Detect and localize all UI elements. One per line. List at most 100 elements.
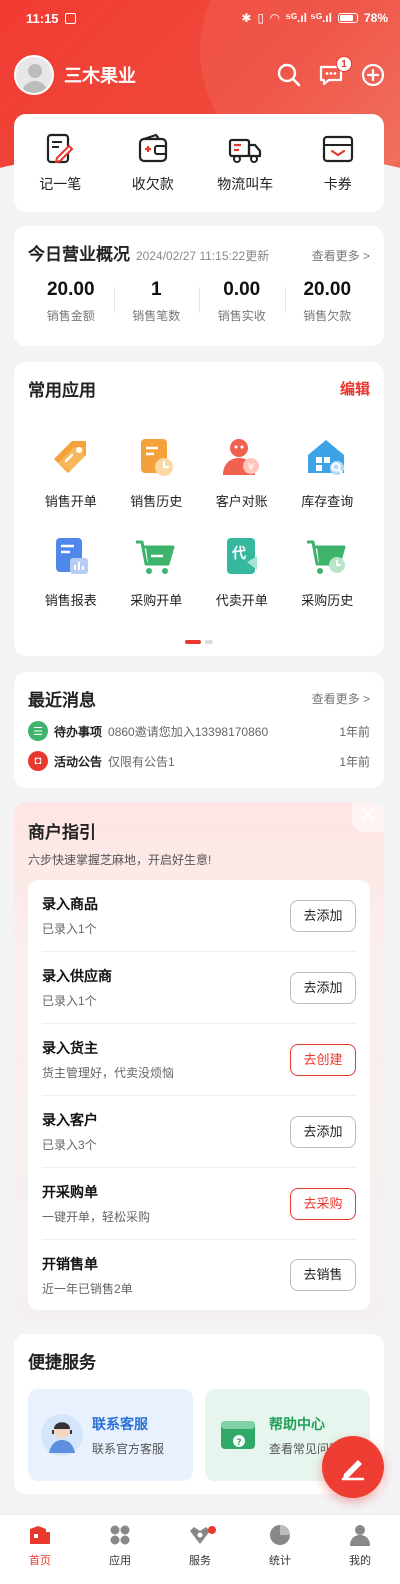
business-overview-card: 今日营业概况 2024/02/27 11:15:22更新 查看更多 > 20.0… [14,226,384,346]
app-customer-reconcile[interactable]: ¥ 客户对账 [199,435,285,510]
service-desc: 联系官方客服 [92,1441,165,1456]
customer-reconcile-icon: ¥ [222,439,259,475]
battery-level: 78% [363,11,388,25]
guide-step: 录入商品已录入1个 去添加 [42,880,356,952]
app-purchase-history[interactable]: 采购历史 [285,534,371,609]
app-label: 采购历史 [301,593,354,608]
message-category: 待办事项 [54,724,103,739]
quick-action-coupon[interactable]: 卡券 [298,132,378,194]
message-item-announcement[interactable]: ◘ 活动公告 仅限有公告1 1年前 [28,751,370,771]
note-pen-icon [47,133,74,164]
step-desc: 已录入3个 [42,1138,97,1152]
add-supplier-button[interactable]: 去添加 [290,971,356,1004]
quick-action-collect[interactable]: 收欠款 [113,132,193,194]
purchase-history-icon [307,540,346,574]
wifi-icon: ◠ [270,11,280,25]
step-desc: 已录入1个 [42,922,97,936]
quick-action-logistics[interactable]: 物流叫车 [205,132,285,194]
quick-action-label: 物流叫车 [217,176,274,192]
tab-label: 服务 [189,1555,211,1567]
step-name: 开销售单 [42,1255,98,1272]
step-desc: 一键开单，轻松采购 [42,1210,151,1224]
contact-support-card[interactable]: 联系客服 联系官方客服 [28,1389,193,1481]
recent-messages-card: 最近消息 查看更多 > ☰ 待办事项 0860邀请您加入13398170860 … [14,672,384,788]
service-name: 帮助中心 [269,1415,325,1432]
go-sell-button[interactable]: 去销售 [290,1259,356,1291]
search-icon[interactable] [276,62,302,88]
add-customer-button[interactable]: 去添加 [290,1115,356,1148]
tab-label: 首页 [29,1555,51,1567]
step-name: 录入商品 [42,896,98,912]
tab-label: 统计 [269,1555,291,1567]
step-desc: 近一年已销售2单 [42,1281,133,1296]
pen-icon [341,1460,365,1481]
stat-label: 销售金额 [46,309,95,323]
apps-edit-button[interactable]: 编辑 [340,378,370,399]
app-sales-report[interactable]: 销售报表 [28,534,114,609]
step-name: 录入货主 [42,1040,98,1056]
tab-apps[interactable]: 应用 [80,1515,160,1584]
quick-action-note[interactable]: 记一笔 [20,132,100,194]
add-icon[interactable] [360,62,386,88]
stat-value: 20.00 [46,279,95,300]
app-purchase-order[interactable]: 采购开单 [114,534,200,609]
message-item-todo[interactable]: ☰ 待办事项 0860邀请您加入13398170860 1年前 [28,721,370,741]
page-indicator [14,640,384,644]
quick-action-label: 收欠款 [131,176,174,192]
coupon-icon [322,135,353,163]
messages-more-link[interactable]: 查看更多 > [312,690,370,707]
overview-title: 今日营业概况 [28,245,130,264]
tab-service[interactable]: 服务 [160,1515,240,1584]
guide-step: 开销售单近一年已销售2单 去销售 [42,1240,356,1310]
bottom-tab-bar: 首页 应用 服务 统计 我的 [0,1514,400,1584]
tab-home[interactable]: 首页 [0,1515,80,1584]
step-desc: 货主管理好，代卖没烦恼 [42,1066,175,1080]
close-icon[interactable]: ✕ [352,802,384,832]
sales-report-icon [55,538,88,574]
apps-title: 常用应用 [28,381,96,400]
stat-value: 20.00 [303,279,352,300]
overview-updated-time: 2024/02/27 11:15:22更新 [136,249,270,263]
app-sales-history[interactable]: 销售历史 [114,435,200,510]
stat-value: 0.00 [223,279,261,300]
message-text: 0860邀请您加入13398170860 [108,724,269,739]
step-name: 录入供应商 [42,968,112,984]
message-time: 1年前 [339,754,370,769]
tab-stats[interactable]: 统计 [240,1515,320,1584]
app-inventory-search[interactable]: 库存查询 [285,435,371,510]
service-name: 联系客服 [92,1415,148,1432]
stat-label: 销售笔数 [132,309,181,323]
guide-steps: 录入商品 已录入1个 去添加 录入供应商 已录入1个 去添加 录入货主 货主管理好，代… [28,880,370,1310]
app-label: 库存查询 [301,494,354,509]
bluetooth-icon: ✱ [241,11,252,25]
stat-sales-amount[interactable]: 20.00 销售金额 [28,279,114,324]
guide-step: 录入客户 已录入3个 去添加 [42,1096,356,1168]
messages-title: 最近消息 [28,691,96,710]
home-icon [30,1526,50,1544]
stat-sales-received[interactable]: 0.00 销售实收 [199,279,285,324]
guide-step: 录入供应商已录入1个 去添加 [42,952,356,1024]
app-sales-order[interactable]: 销售开单 [28,435,114,510]
stat-sales-debt[interactable]: 20.00 销售欠款 [284,279,371,324]
avatar[interactable] [14,55,54,95]
tab-profile[interactable]: 我的 [320,1515,400,1584]
step-desc: 已录入1个 [42,994,97,1008]
create-owner-button[interactable]: 去创建 [290,1043,356,1076]
customer-service-icon [41,1414,83,1456]
app-label: 销售开单 [44,494,97,509]
go-purchase-button[interactable]: 去采购 [290,1187,356,1220]
message-time: 1年前 [339,724,370,739]
message-icon[interactable]: 1 [318,56,352,88]
signal-icon: ⁵ᴳ.ıl ⁵ᴳ.ıl [285,11,332,25]
quick-record-button[interactable] [322,1436,384,1498]
notification-icon [64,12,76,24]
quick-action-label: 记一笔 [39,176,82,192]
services-title: 便捷服务 [28,1353,96,1372]
stat-sales-count[interactable]: 1 销售笔数 [113,279,200,324]
shop-name[interactable]: 三木果业 [64,62,136,88]
add-product-button[interactable]: 去添加 [290,899,356,932]
svg-text:代: 代 [231,545,246,562]
price-tag-icon [53,441,86,473]
overview-more-link[interactable]: 查看更多 > [312,247,370,264]
app-consignment-order[interactable]: 代 代卖开单 [199,534,285,609]
